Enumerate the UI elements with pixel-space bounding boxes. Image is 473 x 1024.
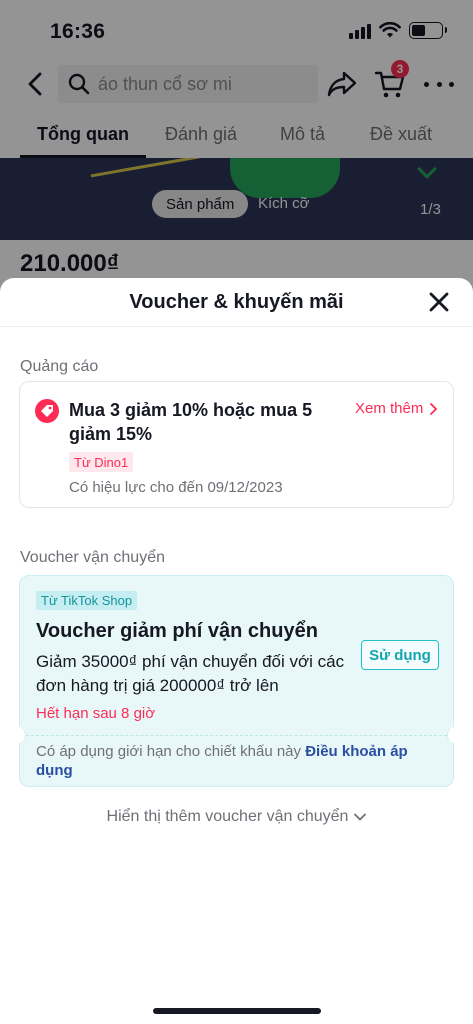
modal-overlay[interactable] (0, 0, 473, 300)
chevron-down-icon (354, 813, 367, 821)
show-more-vouchers-button[interactable]: Hiển thị thêm voucher vận chuyển (0, 808, 473, 826)
see-more-link[interactable]: Xem thêm (355, 400, 438, 417)
shipping-section-label: Voucher vận chuyển (20, 549, 165, 566)
promo-valid-until: Có hiệu lực cho đến 09/12/2023 (69, 479, 283, 496)
sheet-header: Voucher & khuyến mãi (0, 278, 473, 327)
price-tag-icon (35, 399, 59, 423)
voucher-source-tag: Từ TikTok Shop (36, 591, 138, 610)
voucher-title: Voucher giảm phí vận chuyển (36, 620, 318, 642)
voucher-description: Giảm 35000₫ phí vận chuyển đối với các đ… (36, 652, 345, 695)
shipping-voucher-card: Từ TikTok Shop Voucher giảm phí vận chuy… (12, 575, 461, 787)
show-more-label: Hiển thị thêm voucher vận chuyển (106, 808, 349, 825)
ads-section-label: Quảng cáo (20, 358, 99, 375)
voucher-divider (26, 735, 447, 736)
use-voucher-button[interactable]: Sử dụng (361, 640, 439, 670)
sheet-title: Voucher & khuyến mãi (129, 291, 344, 313)
close-icon[interactable] (427, 290, 451, 314)
promo-card[interactable]: Mua 3 giảm 10% hoặc mua 5 giảm 15% Xem t… (19, 381, 454, 508)
home-indicator[interactable] (153, 1008, 321, 1014)
voucher-expiry: Hết hạn sau 8 giờ (36, 705, 156, 722)
promo-source-tag: Từ Dino1 (69, 452, 134, 472)
see-more-label: Xem thêm (355, 400, 424, 417)
promo-title: Mua 3 giảm 10% hoặc mua 5 giảm 15% (69, 400, 313, 444)
voucher-bottom-sheet: Voucher & khuyến mãi Quảng cáo Mua 3 giả… (0, 278, 473, 1024)
voucher-terms: Có áp dụng giới hạn cho chiết khấu này Đ… (36, 742, 436, 780)
voucher-terms-text: Có áp dụng giới hạn cho chiết khấu này (36, 743, 306, 760)
chevron-right-icon (430, 402, 438, 415)
